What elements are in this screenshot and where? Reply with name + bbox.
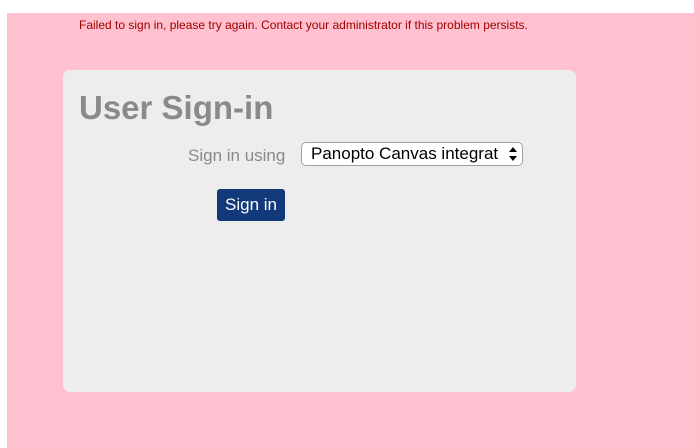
- provider-label: Sign in using: [188, 146, 286, 165]
- sign-in-button[interactable]: Sign in: [217, 189, 285, 221]
- error-message: Failed to sign in, please try again. Con…: [79, 18, 528, 32]
- select-updown-arrows-icon: [506, 145, 520, 163]
- provider-select[interactable]: Panopto Canvas integrat: [301, 142, 523, 166]
- sign-in-panel: User Sign-in Sign in using Panopto Canva…: [63, 70, 576, 392]
- provider-select-value: Panopto Canvas integrat: [311, 144, 499, 163]
- page-title: User Sign-in: [79, 89, 274, 126]
- sign-in-page: Failed to sign in, please try again. Con…: [7, 13, 694, 448]
